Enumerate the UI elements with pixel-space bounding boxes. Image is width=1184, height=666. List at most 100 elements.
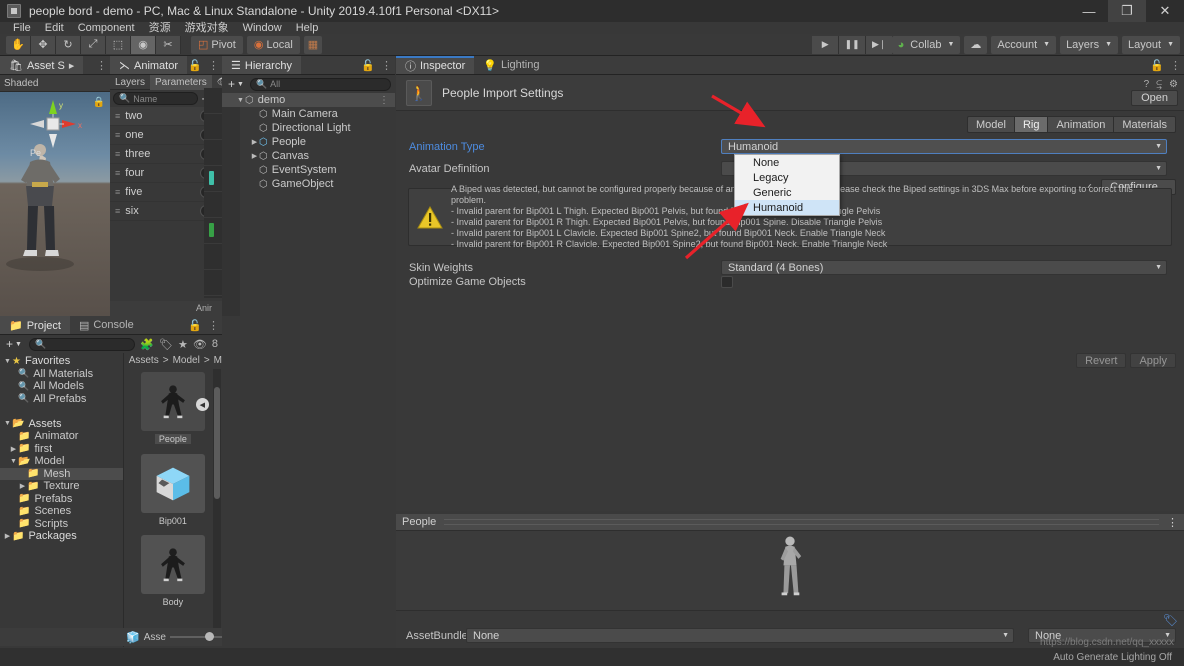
drag-handle-icon[interactable]: ≡	[115, 149, 120, 159]
hierarchy-item-main-camera[interactable]: ⬡ Main Camera	[222, 107, 395, 121]
tree-item-model[interactable]: ▼ 📂 Model	[0, 455, 123, 468]
slider-knob[interactable]	[205, 632, 214, 641]
menu-help[interactable]: Help	[289, 22, 326, 34]
preview-canvas[interactable]	[396, 531, 1184, 611]
menu-edit[interactable]: Edit	[38, 22, 71, 34]
popup-option-generic[interactable]: Generic	[735, 185, 839, 200]
scene-canvas[interactable]: y x Pe 🔒	[0, 92, 110, 316]
tree-item-prefabs[interactable]: 📁 Prefabs	[0, 493, 123, 506]
thumbnail-size-slider[interactable]	[169, 632, 222, 641]
layout-button[interactable]: Layout ▼	[1122, 35, 1180, 54]
local-toggle-button[interactable]: ◉ Local	[246, 35, 300, 54]
lock-icon[interactable]: 🔓	[1150, 59, 1164, 72]
project-search-input[interactable]: 🔍	[28, 337, 136, 351]
expand-arrow-icon[interactable]: ▶	[9, 445, 18, 453]
animation-type-popup-menu[interactable]: None Legacy Generic ✓ Humanoid	[734, 154, 840, 216]
revert-button[interactable]: Revert	[1076, 353, 1127, 368]
kebab-icon[interactable]: ⋮	[208, 319, 219, 332]
tab-project[interactable]: 📁 Project	[0, 316, 70, 334]
layers-button[interactable]: Layers ▼	[1060, 35, 1119, 54]
tab-hierarchy[interactable]: ☰ Hierarchy	[222, 56, 301, 74]
hierarchy-item-canvas[interactable]: ▶ ⬡ Canvas	[222, 149, 395, 163]
drag-handle-icon[interactable]: ≡	[115, 206, 120, 216]
asset-grid-cell-bip001[interactable]: Bip001	[132, 454, 214, 526]
assetbundle-dropdown[interactable]: None ▼	[466, 628, 1014, 643]
tab-animation[interactable]: Animation	[1048, 116, 1115, 133]
tab-model[interactable]: Model	[966, 116, 1015, 133]
animator-subtab-parameters[interactable]: Parameters	[150, 74, 212, 90]
kebab-icon[interactable]: ⋮	[381, 59, 392, 72]
kebab-icon[interactable]: ⋮	[208, 59, 219, 72]
grid-snap-button[interactable]: ▦	[303, 35, 323, 54]
kebab-icon[interactable]: ⋮	[96, 59, 107, 72]
favorite-filter-icon[interactable]: ★	[178, 338, 188, 351]
lock-icon[interactable]: 🔓	[188, 319, 202, 332]
scene-lock-icon[interactable]: 🔒	[93, 97, 105, 108]
tab-lighting[interactable]: 💡 Lighting	[474, 56, 549, 74]
scale-tool-button[interactable]: ⤢	[81, 35, 106, 54]
tree-item-scripts[interactable]: 📁 Scripts	[0, 518, 123, 531]
hierarchy-item-eventsystem[interactable]: ⬡ EventSystem	[222, 163, 395, 177]
drag-handle-icon[interactable]: ≡	[115, 187, 120, 197]
kebab-icon[interactable]: ⋮	[379, 95, 389, 106]
rotate-tool-button[interactable]: ↻	[56, 35, 81, 54]
parameter-search-input[interactable]: 🔍 Name	[113, 92, 199, 105]
menu-assets[interactable]: 资源	[142, 22, 178, 34]
popup-option-legacy[interactable]: Legacy	[735, 170, 839, 185]
expand-arrow-icon[interactable]: ▶	[3, 532, 12, 540]
help-icon[interactable]: ?	[1144, 79, 1150, 90]
hierarchy-item-gameobject[interactable]: ⬡ GameObject	[222, 177, 395, 191]
asset-grid-cell-body[interactable]: Body	[132, 535, 214, 607]
tab-asset-store[interactable]: 🛍 Asset S ▶	[0, 56, 84, 74]
pause-button[interactable]: ❚❚	[839, 35, 867, 54]
step-button[interactable]: ▶❘	[866, 35, 894, 54]
lock-icon[interactable]: 🔓	[361, 59, 375, 72]
tree-item-animator[interactable]: 📁 Animator	[0, 430, 123, 443]
custom-tool-button[interactable]: ✂	[156, 35, 181, 54]
animation-type-dropdown[interactable]: Humanoid ▼	[721, 139, 1167, 154]
drag-handle-icon[interactable]: ≡	[115, 111, 120, 121]
expand-arrow-icon[interactable]: ▶	[18, 482, 27, 490]
hierarchy-item-directional-light[interactable]: ⬡ Directional Light	[222, 121, 395, 135]
hidden-packages-icon[interactable]: 👁	[193, 338, 207, 351]
shading-mode-label[interactable]: Shaded	[4, 78, 38, 89]
tree-item-packages[interactable]: ▶ 📁 Packages	[0, 530, 123, 543]
cloud-button[interactable]: ☁	[964, 35, 988, 54]
expand-arrow-icon[interactable]: ▼	[9, 458, 18, 465]
expand-arrow-icon[interactable]: ▶	[250, 138, 259, 146]
gear-icon[interactable]: ⚙	[1169, 79, 1178, 90]
expand-arrow-icon[interactable]: ▼	[3, 358, 12, 365]
drag-handle-icon[interactable]: ≡	[115, 130, 120, 140]
assetbundle-name-dropdown[interactable]: None ▼	[466, 628, 1014, 643]
asset-filter-icon[interactable]: 🧩	[140, 338, 154, 351]
apply-button[interactable]: Apply	[1130, 353, 1176, 368]
hierarchy-search-input[interactable]: 🔍 All	[249, 77, 391, 91]
skin-weights-dropdown[interactable]: Standard (4 Bones) ▼	[721, 260, 1167, 275]
close-button[interactable]: ✕	[1146, 0, 1184, 22]
open-asset-button[interactable]: Open	[1131, 90, 1178, 106]
asset-grid-cell-people[interactable]: ◀ People	[132, 372, 214, 445]
expand-asset-badge[interactable]: ◀	[195, 398, 209, 411]
minimize-button[interactable]: —	[1070, 0, 1108, 22]
asset-thumbnail[interactable]: ◀	[140, 372, 209, 431]
optimize-gameobjects-checkbox[interactable]	[721, 276, 733, 288]
asset-thumbnail[interactable]	[140, 535, 205, 594]
breadcrumb-assets[interactable]: Assets	[129, 355, 159, 366]
expand-arrow-icon[interactable]: ▶	[250, 152, 259, 160]
create-asset-button[interactable]: + ▼	[4, 337, 24, 351]
breadcrumb-mesh[interactable]: M	[214, 355, 222, 366]
asset-thumbnail[interactable]	[140, 454, 205, 513]
drag-handle-icon[interactable]: ≡	[115, 168, 120, 178]
hand-tool-button[interactable]: ✋	[6, 35, 31, 54]
rect-tool-button[interactable]: ⬚	[106, 35, 131, 54]
tree-item-texture[interactable]: ▶ 📁 Texture	[0, 480, 123, 493]
tag-icon[interactable]: 🏷	[1163, 613, 1178, 627]
tree-item-assets[interactable]: ▼ 📂 Assets	[0, 418, 123, 431]
account-button[interactable]: Account ▼	[991, 35, 1057, 54]
transform-tool-button[interactable]: ◉	[131, 35, 156, 54]
expand-arrow-icon[interactable]: ▼	[3, 420, 12, 427]
hierarchy-item-people[interactable]: ▶ ⬡ People	[222, 135, 395, 149]
tree-item-all-materials[interactable]: 🔍 All Materials	[0, 368, 123, 381]
maximize-button[interactable]: ❐	[1108, 0, 1146, 22]
tree-item-all-prefabs[interactable]: 🔍 All Prefabs	[0, 393, 123, 406]
